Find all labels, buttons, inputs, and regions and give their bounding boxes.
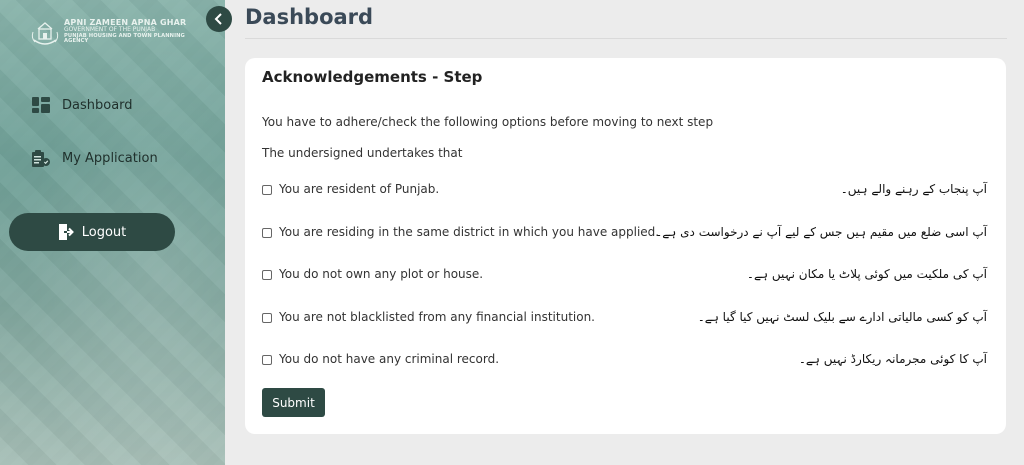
acknowledgement-text-ur: آپ کو کسی مالیاتی ادارے سے بلیک لسٹ نہیں…: [697, 310, 987, 324]
acknowledgement-text-ur: آپ اسی ضلع میں مقیم ہیں جس کے لیے آپ نے …: [655, 225, 987, 239]
acknowledgement-text-en: You do not own any plot or house.: [279, 267, 484, 281]
acknowledgement-text-ur: آپ کی ملکیت میں کوئی پلاٹ یا مکان نہیں ہ…: [746, 267, 987, 281]
acknowledgement-text-en: You do not have any criminal record.: [279, 352, 500, 366]
acknowledgement-checkbox[interactable]: [262, 313, 272, 323]
acknowledgement-checkbox[interactable]: [262, 270, 272, 280]
acknowledgement-checkbox[interactable]: [262, 355, 272, 365]
page-title: Dashboard: [245, 5, 374, 29]
logout-icon: [58, 224, 74, 240]
acknowledgement-item: You are residing in the same district in…: [262, 225, 987, 243]
sidebar-collapse-button[interactable]: [206, 6, 232, 32]
acknowledgement-item: You are resident of Punjab. آپ پنجاب کے …: [262, 182, 987, 200]
card-title: Acknowledgements - Step: [262, 68, 483, 86]
brand-logo: APNI ZAMEEN APNA GHAR GOVERNMENT OF THE …: [30, 16, 205, 50]
acknowledgement-checkbox[interactable]: [262, 185, 272, 195]
sidebar-item-label: My Application: [62, 151, 158, 166]
acknowledgement-text-en: You are residing in the same district in…: [279, 225, 660, 239]
acknowledgement-item: You do not own any plot or house. آپ کی …: [262, 267, 987, 285]
submit-button[interactable]: Submit: [262, 388, 325, 417]
acknowledgement-item: You are not blacklisted from any financi…: [262, 310, 987, 328]
government-seal-icon: [31, 22, 59, 45]
brand-agency: PUNJAB HOUSING AND TOWN PLANNING AGENCY: [64, 32, 185, 45]
logout-button[interactable]: Logout: [9, 213, 175, 251]
sidebar-item-label: Dashboard: [62, 97, 133, 113]
sidebar-item-dashboard[interactable]: Dashboard: [32, 97, 133, 113]
sidebar-item-my-application[interactable]: My Application: [32, 150, 158, 167]
undertaking-text: The undersigned undertakes that: [262, 146, 463, 160]
acknowledgement-checkbox[interactable]: [262, 228, 272, 238]
acknowledgement-text-en: You are resident of Punjab.: [279, 182, 440, 196]
dashboard-icon: [32, 97, 50, 113]
acknowledgements-card: Acknowledgements - Step You have to adhe…: [245, 58, 1006, 434]
title-divider: [245, 38, 1007, 39]
acknowledgement-text-ur: آپ پنجاب کے رہنے والے ہیں۔: [840, 182, 987, 196]
acknowledgement-text-ur: آپ کا کوئی مجرمانہ ریکارڈ نہیں ہے۔: [798, 352, 987, 366]
sidebar: APNI ZAMEEN APNA GHAR GOVERNMENT OF THE …: [0, 0, 225, 465]
application-icon: [32, 150, 50, 167]
logout-label: Logout: [81, 224, 127, 240]
acknowledgement-item: You do not have any criminal record. آپ …: [262, 352, 987, 370]
chevron-left-icon: [214, 13, 222, 25]
instructions-text: You have to adhere/check the following o…: [262, 115, 714, 129]
acknowledgement-text-en: You are not blacklisted from any financi…: [279, 310, 595, 324]
